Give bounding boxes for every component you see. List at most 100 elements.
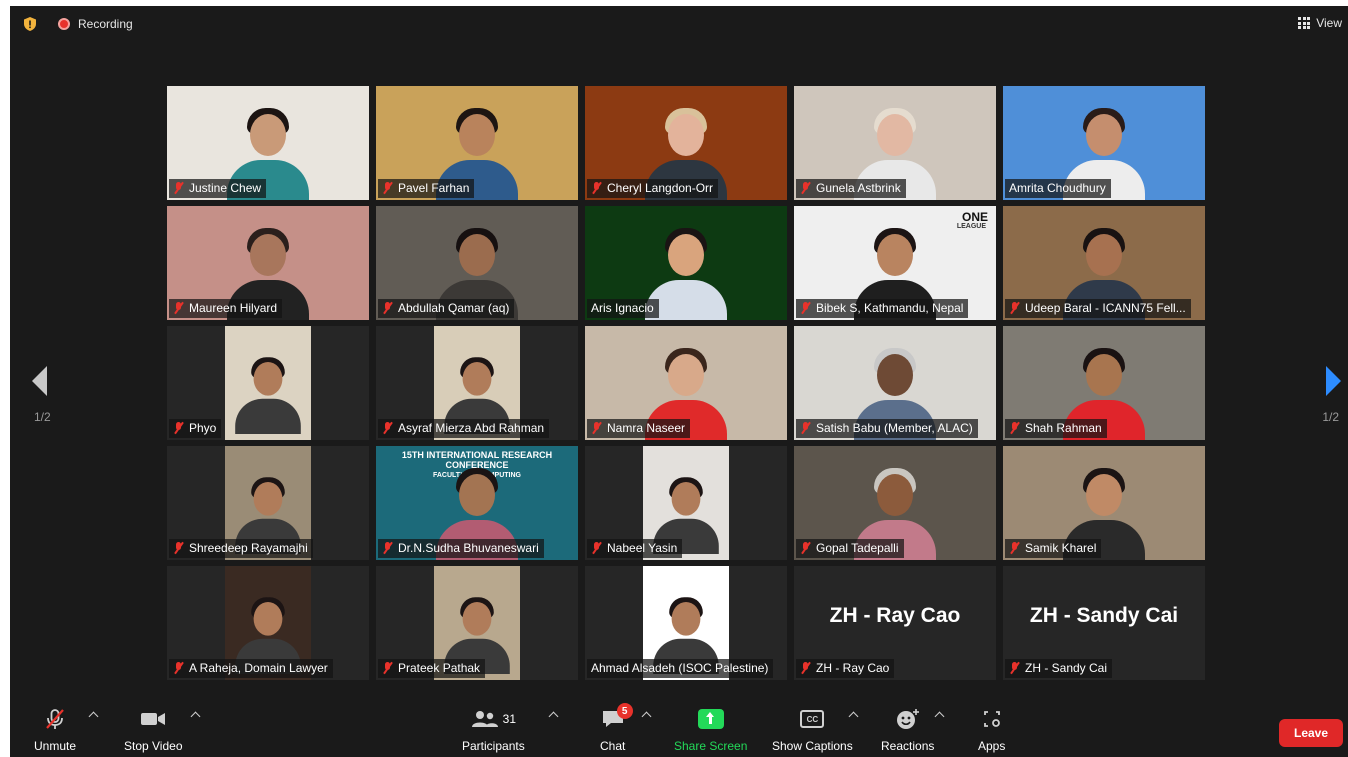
chat-label: Chat bbox=[600, 739, 626, 753]
participant-tile[interactable]: Cheryl Langdon-Orr bbox=[585, 86, 787, 200]
security-shield-icon[interactable] bbox=[22, 16, 38, 32]
mic-muted-icon bbox=[591, 182, 602, 194]
mic-muted-icon bbox=[1009, 302, 1020, 314]
mic-muted-icon bbox=[591, 542, 602, 554]
page-indicator-right: 1/2 bbox=[1322, 410, 1339, 424]
mic-muted-icon bbox=[173, 542, 184, 554]
stop-video-button[interactable]: Stop Video bbox=[124, 707, 183, 753]
participant-tile[interactable]: ONE LEAGUE Bibek S, Kathmandu, Nepal bbox=[794, 206, 996, 320]
mic-muted-icon bbox=[382, 302, 393, 314]
stop-video-label: Stop Video bbox=[124, 739, 183, 753]
participant-tile[interactable]: Gunela Astbrink bbox=[794, 86, 996, 200]
participant-name: Satish Babu (Member, ALAC) bbox=[816, 421, 973, 435]
mic-muted-icon bbox=[800, 302, 811, 314]
mic-muted-icon bbox=[1009, 542, 1020, 554]
reaction-smiley-icon bbox=[896, 707, 920, 731]
participant-name-tag: Phyo bbox=[169, 419, 222, 438]
share-screen-label: Share Screen bbox=[674, 739, 748, 753]
mic-muted-icon bbox=[173, 662, 184, 674]
chat-caret-icon[interactable] bbox=[641, 711, 652, 722]
participant-tile[interactable]: Ahmad Alsadeh (ISOC Palestine) bbox=[585, 566, 787, 680]
participant-name-tag: Shreedeep Rayamajhi bbox=[169, 539, 313, 558]
participant-name: Udeep Baral - ICANN75 Fell... bbox=[1025, 301, 1186, 315]
audio-options-caret-icon[interactable] bbox=[88, 711, 99, 722]
previous-page-arrow-icon[interactable] bbox=[32, 366, 47, 396]
participants-icon: 31 bbox=[471, 707, 516, 731]
chat-unread-badge: 5 bbox=[616, 703, 633, 719]
participant-tile[interactable]: Abdullah Qamar (aq) bbox=[376, 206, 578, 320]
apps-label: Apps bbox=[978, 739, 1006, 753]
participant-tile[interactable]: Shah Rahman bbox=[1003, 326, 1205, 440]
participant-name-tag: Satish Babu (Member, ALAC) bbox=[796, 419, 978, 438]
participant-tile[interactable]: Shreedeep Rayamajhi bbox=[167, 446, 369, 560]
reactions-button[interactable]: Reactions bbox=[881, 707, 934, 753]
virtual-background-text: ONE bbox=[961, 210, 988, 224]
participant-name: Justine Chew bbox=[189, 181, 262, 195]
participant-tile[interactable]: Samik Kharel bbox=[1003, 446, 1205, 560]
recording-indicator[interactable]: Recording bbox=[58, 17, 133, 31]
share-screen-button[interactable]: Share Screen bbox=[674, 707, 747, 753]
chat-button[interactable]: 5 Chat bbox=[600, 703, 633, 753]
participant-name: A Raheja, Domain Lawyer bbox=[189, 661, 328, 675]
mic-muted-icon bbox=[173, 302, 184, 314]
top-bar: Recording View bbox=[10, 6, 1348, 42]
participant-tile[interactable]: Pavel Farhan bbox=[376, 86, 578, 200]
participant-display-name: ZH - Ray Cao bbox=[829, 604, 961, 627]
virtual-background-text: 15TH INTERNATIONAL RESEARCH CONFERENCE bbox=[401, 450, 553, 470]
mic-muted-icon bbox=[800, 542, 811, 554]
participant-tile[interactable]: Justine Chew bbox=[167, 86, 369, 200]
participant-tile[interactable]: Aris Ignacio bbox=[585, 206, 787, 320]
participant-tile[interactable]: Namra Naseer bbox=[585, 326, 787, 440]
mic-muted-icon bbox=[591, 422, 602, 434]
participant-tile[interactable]: ZH - Ray Cao ZH - Ray Cao bbox=[794, 566, 996, 680]
participant-name-tag: Gopal Tadepalli bbox=[796, 539, 904, 558]
participant-tile[interactable]: Maureen Hilyard bbox=[167, 206, 369, 320]
recording-icon bbox=[58, 18, 70, 30]
participant-tile[interactable]: 15TH INTERNATIONAL RESEARCH CONFERENCE FA… bbox=[376, 446, 578, 560]
participant-name: Shah Rahman bbox=[1025, 421, 1102, 435]
mic-muted-icon bbox=[382, 422, 393, 434]
video-options-caret-icon[interactable] bbox=[190, 711, 201, 722]
participant-tile[interactable]: Amrita Choudhury bbox=[1003, 86, 1205, 200]
participant-tile[interactable]: Prateek Pathak bbox=[376, 566, 578, 680]
participant-name: Aris Ignacio bbox=[591, 301, 654, 315]
participant-name-tag: Bibek S, Kathmandu, Nepal bbox=[796, 299, 969, 318]
participants-caret-icon[interactable] bbox=[548, 711, 559, 722]
video-camera-icon bbox=[140, 707, 166, 731]
view-button[interactable]: View bbox=[1298, 16, 1342, 30]
participant-tile[interactable]: Nabeel Yasin bbox=[585, 446, 787, 560]
participant-tile[interactable]: A Raheja, Domain Lawyer bbox=[167, 566, 369, 680]
participant-name: ZH - Ray Cao bbox=[816, 661, 890, 675]
participant-name: Phyo bbox=[189, 421, 217, 435]
participant-name-tag: Dr.N.Sudha Bhuvaneswari bbox=[378, 539, 544, 558]
participant-name-tag: Udeep Baral - ICANN75 Fell... bbox=[1005, 299, 1191, 318]
participants-label: Participants bbox=[462, 739, 525, 753]
mic-muted-icon bbox=[382, 542, 393, 554]
participant-name: Maureen Hilyard bbox=[189, 301, 278, 315]
participant-tile[interactable]: Asyraf Mierza Abd Rahman bbox=[376, 326, 578, 440]
participant-name: Dr.N.Sudha Bhuvaneswari bbox=[398, 541, 539, 555]
participant-tile[interactable]: ZH - Sandy Cai ZH - Sandy Cai bbox=[1003, 566, 1205, 680]
reactions-label: Reactions bbox=[881, 739, 935, 753]
next-page-arrow-icon[interactable] bbox=[1326, 366, 1341, 396]
apps-button[interactable]: Apps bbox=[978, 707, 1005, 753]
participant-tile[interactable]: Udeep Baral - ICANN75 Fell... bbox=[1003, 206, 1205, 320]
share-screen-icon bbox=[697, 709, 724, 729]
participant-name-tag: Ahmad Alsadeh (ISOC Palestine) bbox=[587, 659, 774, 678]
profile-picture bbox=[225, 326, 311, 440]
participants-button[interactable]: 31 Participants bbox=[462, 707, 525, 753]
reactions-caret-icon[interactable] bbox=[934, 711, 945, 722]
leave-button[interactable]: Leave bbox=[1279, 719, 1343, 747]
participant-name-tag: Maureen Hilyard bbox=[169, 299, 283, 318]
participant-name-tag: Aris Ignacio bbox=[587, 299, 659, 318]
participant-name: Cheryl Langdon-Orr bbox=[607, 181, 714, 195]
participant-name-tag: ZH - Ray Cao bbox=[796, 659, 895, 678]
participant-display-name: ZH - Sandy Cai bbox=[1029, 604, 1179, 627]
participant-tile[interactable]: Gopal Tadepalli bbox=[794, 446, 996, 560]
participant-name: Shreedeep Rayamajhi bbox=[189, 541, 308, 555]
participant-tile[interactable]: Phyo bbox=[167, 326, 369, 440]
participant-tile[interactable]: Satish Babu (Member, ALAC) bbox=[794, 326, 996, 440]
participant-name-tag: ZH - Sandy Cai bbox=[1005, 659, 1113, 678]
show-captions-button[interactable]: CC Show Captions bbox=[772, 707, 853, 753]
unmute-button[interactable]: Unmute bbox=[34, 707, 76, 753]
